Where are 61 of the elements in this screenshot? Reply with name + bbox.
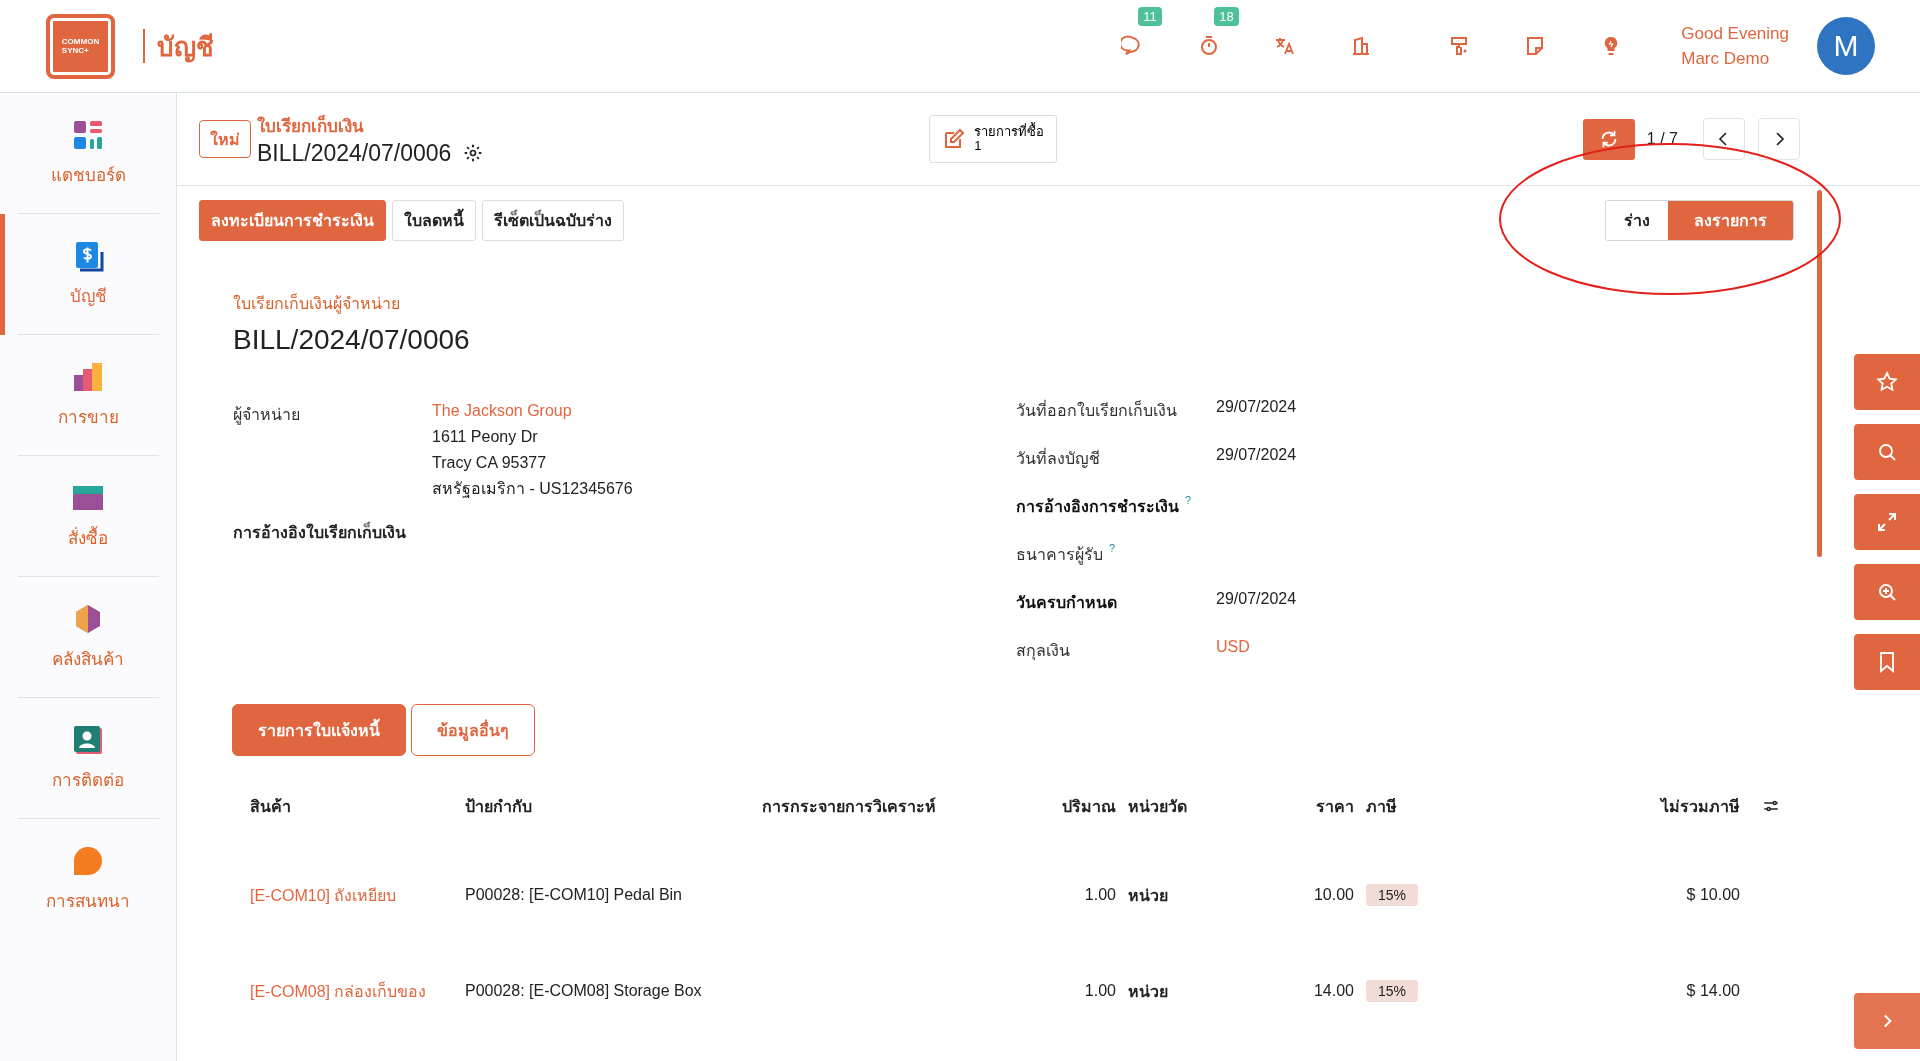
field-label: ธนาคารผู้รับ bbox=[1016, 545, 1103, 567]
form-title: BILL/2024/07/0006 bbox=[233, 324, 471, 356]
user-name: Marc Demo bbox=[1681, 48, 1771, 70]
status-step[interactable]: ลงรายการ bbox=[1668, 201, 1793, 240]
product-link[interactable]: [E-COM08] กล่องเก็บของ bbox=[250, 978, 427, 1004]
column-header: การกระจายการวิเคราะห์ bbox=[762, 796, 937, 817]
table-cell-text: หน่วย bbox=[1127, 981, 1169, 1002]
column-header: ไม่รวมภาษี bbox=[1661, 796, 1740, 817]
column-header: สินค้า bbox=[250, 796, 292, 817]
column-header: ป้ายกำกับ bbox=[465, 796, 533, 817]
count-badge: 11 bbox=[1138, 7, 1162, 26]
sidebar-item[interactable]: การสนทนา bbox=[0, 819, 176, 940]
address-line: 1611 Peony Dr bbox=[432, 427, 539, 447]
field-label: วันครบกำหนด bbox=[1016, 593, 1117, 613]
pager-count: 1 / 7 bbox=[1646, 130, 1678, 148]
column-header: ปริมาณ bbox=[1062, 796, 1116, 817]
field-label: ผู้จำหน่าย bbox=[233, 405, 301, 427]
address-line: Tracy CA 95377 bbox=[432, 453, 548, 473]
table-cell-text: หน่วย bbox=[1127, 885, 1169, 906]
table-cell-text: P00028: [E-COM08] Storage Box bbox=[465, 982, 703, 1000]
field-label: การอ้างอิงการชำระเงิน bbox=[1016, 497, 1179, 517]
tab[interactable]: รายการใบแจ้งหนี้ bbox=[232, 704, 406, 756]
tax-tag: 15% bbox=[1366, 884, 1419, 906]
logo: COMMON SYNC+ bbox=[46, 13, 115, 79]
table-cell: 10.00 bbox=[1313, 886, 1354, 904]
record-name: BILL/2024/07/0006 bbox=[257, 139, 452, 167]
table-cell: 1.00 bbox=[1084, 886, 1116, 904]
field-value: 29/07/2024 bbox=[1216, 590, 1297, 608]
table-cell: 14.00 bbox=[1313, 982, 1354, 1000]
table-cell: $ 10.00 bbox=[1686, 886, 1740, 904]
action-button[interactable]: รีเซ็ตเป็นฉบับร่าง bbox=[482, 200, 624, 241]
help-mark[interactable]: ? bbox=[1185, 494, 1192, 506]
new-button[interactable]: ใหม่ bbox=[199, 120, 251, 158]
table-cell-text: P00028: [E-COM10] Pedal Bin bbox=[465, 886, 683, 904]
vendor-link[interactable]: The Jackson Group bbox=[432, 398, 633, 424]
field-label: วันที่ออกใบเรียกเก็บเงิน bbox=[1016, 399, 1177, 421]
field-value: 29/07/2024 bbox=[1216, 446, 1297, 464]
greeting: Good Evening bbox=[1681, 23, 1789, 45]
action-button[interactable]: ใบลดหนี้ bbox=[392, 200, 476, 241]
count-badge: 18 bbox=[1214, 7, 1239, 26]
table-cell: 1.00 bbox=[1084, 982, 1116, 1000]
purchase-items-button[interactable]: รายการที่ซื้อ 1 bbox=[929, 115, 1058, 163]
tax-tag: 15% bbox=[1366, 980, 1419, 1002]
table-cell: $ 14.00 bbox=[1686, 982, 1740, 1000]
column-header: ราคา bbox=[1316, 796, 1354, 817]
field-label: สกุลเงิน bbox=[1016, 641, 1070, 663]
product-link[interactable]: [E-COM10] ถังเหยียบ bbox=[250, 882, 397, 908]
module-title: บัญชี bbox=[157, 30, 214, 65]
field-label: วันที่ลงบัญชี bbox=[1016, 447, 1100, 470]
currency-link[interactable]: USD bbox=[1216, 638, 1250, 656]
column-header: ภาษี bbox=[1365, 796, 1398, 817]
action-button[interactable]: ลงทะเบียนการชำระเงิน bbox=[199, 200, 386, 241]
address-line: สหรัฐอเมริกา - US12345676 bbox=[432, 479, 633, 500]
help-mark[interactable]: ? bbox=[1109, 542, 1116, 554]
form-subtitle: ใบเรียกเก็บเงินผู้จำหน่าย bbox=[233, 292, 401, 316]
tab[interactable]: ข้อมูลอื่นๆ bbox=[411, 704, 535, 756]
breadcrumb-link[interactable]: ใบเรียกเก็บเงิน bbox=[257, 111, 484, 139]
field-value: 29/07/2024 bbox=[1216, 398, 1297, 416]
user-avatar[interactable]: M bbox=[1817, 17, 1875, 75]
field-label: การอ้างอิงใบเรียกเก็บเงิน bbox=[233, 520, 1016, 545]
column-header: หน่วยวัด bbox=[1127, 796, 1188, 817]
